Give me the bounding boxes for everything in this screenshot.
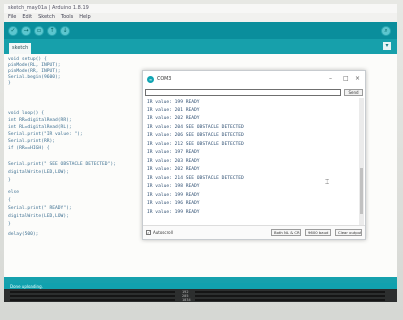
code-line: int RL=digitalRead(RL);: [8, 125, 72, 130]
code-line: void loop() {: [8, 111, 44, 116]
tab-menu-button[interactable]: ▾: [383, 42, 391, 50]
code-line: if (RR==HIGH) {: [8, 146, 50, 151]
serial-line: IR value: 201 READY: [147, 108, 200, 113]
ide-toolbar: ✓ → ▫ ↑ ↓ ⌕: [4, 22, 397, 39]
serial-line: IR value: 212 SEE OBSTACLE DETECTED: [147, 142, 244, 147]
ide-window-title: sketch_may01a | Arduino 1.8.19: [8, 5, 89, 11]
mouse-cursor-icon: ⌶: [325, 178, 330, 186]
code-line: Serial.print(" SEE OBSTACLE DETECTED");: [8, 162, 116, 167]
serial-title-bar: ∞ COM3 – □ ×: [143, 71, 365, 87]
console-status: Done uploading.: [10, 284, 43, 289]
arduino-logo-icon: ∞: [147, 75, 154, 83]
save-icon: ↓: [62, 26, 68, 34]
serial-monitor-button[interactable]: ⌕: [381, 25, 391, 36]
menu-file[interactable]: File: [8, 14, 16, 21]
magnifier-icon: ⌕: [384, 26, 388, 34]
tab-label: sketch: [12, 45, 29, 51]
autoscroll-checkbox[interactable]: ✓: [146, 230, 151, 235]
autoscroll-label: Autoscroll: [153, 230, 173, 235]
serial-line: IR value: 199 READY: [147, 193, 200, 198]
console-header: Done uploading.: [4, 283, 397, 289]
serial-title: COM3: [157, 76, 172, 82]
tab-strip: sketch ▾: [4, 39, 397, 54]
check-icon: ✓: [10, 26, 16, 34]
code-line: }: [8, 222, 11, 227]
code-line: }: [8, 81, 11, 86]
new-button[interactable]: ▫: [34, 25, 44, 36]
serial-line: IR value: 198 READY: [147, 184, 200, 189]
serial-line: IR value: 202 READY: [147, 167, 200, 172]
new-file-icon: ▫: [36, 26, 42, 34]
code-line: digitalWrite(LED,LOW);: [8, 170, 69, 175]
code-line: delay(500);: [8, 232, 39, 237]
code-line: Serial.print("IR value: ");: [8, 132, 83, 137]
serial-line: IR value: 204 SEE OBSTACLE DETECTED: [147, 125, 244, 130]
console-line: 1034: [10, 298, 391, 302]
serial-line: IR value: 199 READY: [147, 100, 200, 105]
console-line-text: 1034: [182, 298, 191, 302]
code-line: else: [8, 190, 20, 195]
serial-line: IR value: 199 READY: [147, 210, 200, 215]
maximize-icon[interactable]: □: [343, 75, 349, 82]
line-ending-select[interactable]: Both NL & CR: [271, 229, 301, 236]
ide-title-bar: sketch_may01a | Arduino 1.8.19: [4, 4, 397, 13]
serial-line: IR value: 202 READY: [147, 116, 200, 121]
serial-line: IR value: 206 SEE OBSTACLE DETECTED: [147, 133, 244, 138]
serial-footer: ✓ Autoscroll Both NL & CR 9600 baud Clea…: [143, 225, 365, 239]
arrow-right-icon: →: [23, 26, 29, 34]
code-line: Serial.print(RR);: [8, 139, 56, 144]
minimize-icon[interactable]: –: [329, 75, 332, 82]
ide-menu-bar: File Edit Sketch Tools Help: [4, 13, 397, 22]
output-console[interactable]: Done uploading. 192 205 1034: [4, 283, 397, 302]
monitor-screen: sketch_may01a | Arduino 1.8.19 File Edit…: [4, 4, 397, 302]
menu-sketch[interactable]: Sketch: [38, 14, 55, 21]
serial-scrollbar[interactable]: [359, 98, 364, 225]
tab-sketch[interactable]: sketch: [9, 43, 31, 54]
serial-monitor-window: ∞ COM3 – □ × Send IR value: 199 READY IR…: [142, 70, 366, 240]
serial-line: IR value: 197 READY: [147, 150, 200, 155]
code-line: Serial.print(" READY");: [8, 206, 72, 211]
code-line: {: [8, 198, 11, 203]
code-line: int RR=digitalRead(RR);: [8, 118, 72, 123]
scrollbar-thumb[interactable]: [360, 168, 363, 214]
code-line: digitalWrite(LED,LOW);: [8, 214, 69, 219]
menu-tools[interactable]: Tools: [61, 14, 73, 21]
serial-output[interactable]: IR value: 199 READY IR value: 201 READY …: [145, 98, 357, 225]
serial-line: IR value: 203 READY: [147, 159, 200, 164]
baud-rate-select[interactable]: 9600 baud: [305, 229, 331, 236]
clear-output-button[interactable]: Clear output: [335, 229, 362, 236]
save-button[interactable]: ↓: [60, 25, 70, 36]
close-icon[interactable]: ×: [355, 75, 360, 82]
verify-button[interactable]: ✓: [8, 25, 18, 36]
code-line: Serial.begin(9600);: [8, 75, 61, 80]
send-button[interactable]: Send: [344, 89, 363, 96]
serial-send-input[interactable]: [145, 89, 341, 96]
menu-edit[interactable]: Edit: [22, 14, 32, 21]
serial-line: IR value: 214 SEE OBSTACLE DETECTED: [147, 176, 244, 181]
open-icon: ↑: [49, 26, 55, 34]
serial-line: IR value: 196 READY: [147, 201, 200, 206]
code-line: }: [8, 178, 11, 183]
menu-help[interactable]: Help: [79, 14, 90, 21]
open-button[interactable]: ↑: [47, 25, 57, 36]
upload-button[interactable]: →: [21, 25, 31, 36]
chevron-down-icon: ▾: [385, 42, 389, 49]
